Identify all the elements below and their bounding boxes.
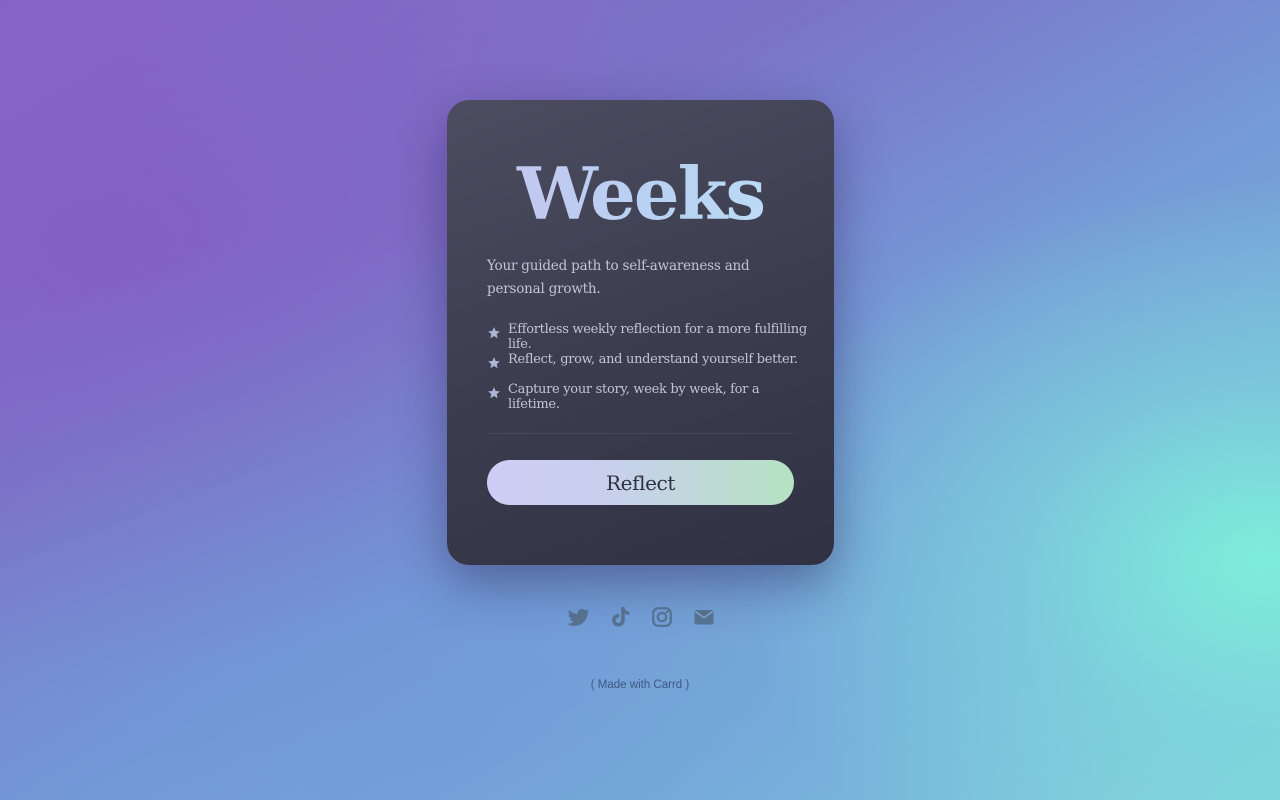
- star-icon: [487, 326, 501, 340]
- instagram-icon[interactable]: [650, 605, 674, 629]
- made-with-carrd-link[interactable]: ( Made with Carrd ): [0, 679, 1280, 691]
- page-title: Weeks: [447, 152, 834, 236]
- social-links: [566, 605, 716, 629]
- feature-item: Effortless weekly reflection for a more …: [487, 322, 807, 352]
- twitter-icon[interactable]: [566, 605, 590, 629]
- feature-list: Effortless weekly reflection for a more …: [487, 322, 807, 412]
- feature-text: Capture your story, week by week, for a …: [508, 382, 760, 412]
- feature-item: Capture your story, week by week, for a …: [487, 382, 807, 412]
- feature-text: Effortless weekly reflection for a more …: [508, 322, 807, 352]
- star-icon: [487, 356, 501, 370]
- divider: [487, 433, 794, 434]
- star-icon: [487, 386, 501, 400]
- tiktok-icon[interactable]: [608, 605, 632, 629]
- feature-text: Reflect, grow, and understand yourself b…: [508, 352, 798, 367]
- tagline: Your guided path to self-awareness and p…: [487, 258, 750, 297]
- reflect-button[interactable]: Reflect: [487, 460, 794, 505]
- email-icon[interactable]: [692, 605, 716, 629]
- hero-card: Weeks Your guided path to self-awareness…: [447, 100, 834, 565]
- feature-item: Reflect, grow, and understand yourself b…: [487, 352, 807, 382]
